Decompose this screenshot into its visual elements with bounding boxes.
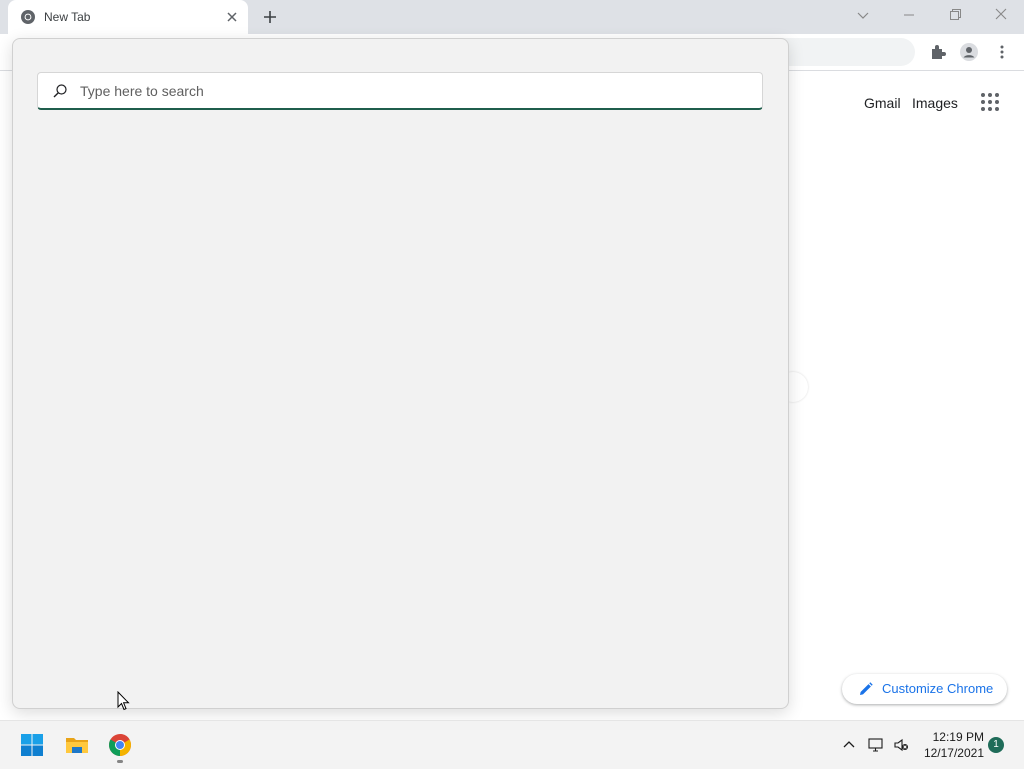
network-icon[interactable] [868,737,884,753]
more-menu-icon[interactable] [993,43,1011,61]
chrome-icon [20,9,36,25]
images-link[interactable]: Images [912,95,958,111]
clock-date: 12/17/2021 [923,746,984,760]
close-tab-icon[interactable] [224,9,240,25]
chrome-taskbar-icon[interactable] [108,733,132,757]
customize-chrome-label: Customize Chrome [882,681,994,696]
mouse-cursor-icon [117,691,131,711]
running-indicator [117,760,123,763]
file-explorer-icon[interactable] [65,733,89,757]
tab-search-chevron-icon[interactable] [851,5,875,25]
gmail-link[interactable]: Gmail [864,95,901,111]
taskbar-clock[interactable]: 12:19 PM 12/17/2021 [918,729,984,761]
close-window-icon[interactable] [989,5,1013,25]
customize-chrome-button[interactable]: Customize Chrome [842,674,1007,704]
profile-avatar-icon[interactable] [960,43,978,61]
search-box[interactable] [37,72,763,110]
start-icon[interactable] [20,733,44,757]
search-input[interactable] [78,79,742,103]
clock-time: 12:19 PM [932,730,984,744]
volume-muted-icon[interactable] [893,737,909,753]
extensions-icon[interactable] [929,43,947,61]
pencil-icon [858,681,874,697]
windows-search-panel [12,38,789,709]
tab-title: New Tab [44,10,91,24]
show-hidden-icons-chevron-icon[interactable] [841,737,857,753]
browser-titlebar: New Tab [0,0,1024,34]
new-tab-button[interactable] [259,6,281,28]
google-apps-icon[interactable] [980,92,1000,112]
search-icon [52,83,68,99]
tab-new-tab[interactable]: New Tab [8,0,248,34]
taskbar: 12:19 PM 12/17/2021 1 [0,720,1024,769]
minimize-icon[interactable] [897,5,921,25]
restore-icon[interactable] [943,5,967,25]
notification-badge[interactable]: 1 [988,737,1004,753]
